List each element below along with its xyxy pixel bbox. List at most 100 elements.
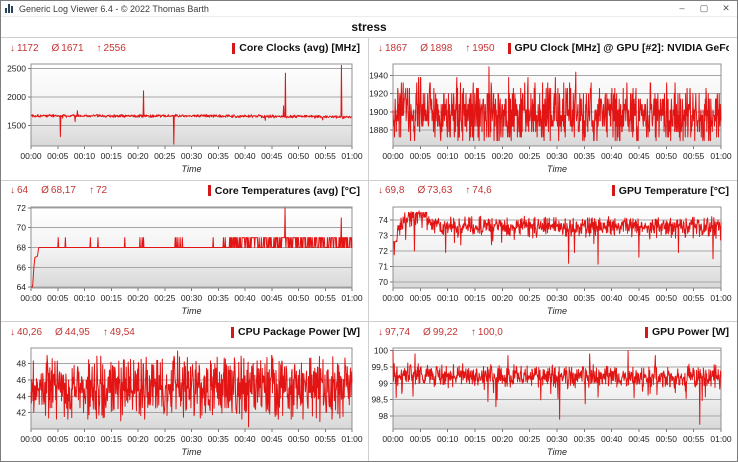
svg-text:00:35: 00:35	[574, 434, 596, 444]
svg-text:00:30: 00:30	[181, 151, 203, 161]
svg-text:00:25: 00:25	[154, 434, 176, 444]
svg-text:00:30: 00:30	[181, 434, 203, 444]
svg-text:00:30: 00:30	[181, 293, 203, 303]
svg-text:100: 100	[374, 346, 388, 356]
svg-text:1500: 1500	[7, 121, 26, 131]
max-icon: ↑	[465, 43, 470, 54]
stat-min: 1172	[17, 43, 39, 54]
stat-avg: 1671	[61, 43, 83, 54]
svg-text:00:20: 00:20	[127, 151, 149, 161]
svg-text:00:20: 00:20	[492, 434, 514, 444]
app-icon	[5, 4, 14, 13]
stat-max: 1950	[472, 43, 494, 54]
chart-title: GPU Clock [MHz] @ GPU [#2]: NVIDIA GeFor…	[508, 42, 729, 54]
svg-text:00:25: 00:25	[519, 434, 541, 444]
svg-text:1940: 1940	[369, 71, 388, 81]
avg-icon: Ø	[420, 43, 428, 54]
svg-text:66: 66	[17, 262, 27, 272]
min-icon: ↓	[378, 185, 383, 196]
svg-text:00:55: 00:55	[683, 151, 705, 161]
svg-text:00:50: 00:50	[288, 151, 310, 161]
svg-text:00:00: 00:00	[382, 434, 404, 444]
x-axis-label: Time	[182, 447, 202, 457]
svg-text:42: 42	[17, 408, 27, 418]
svg-text:00:15: 00:15	[101, 434, 123, 444]
svg-text:70: 70	[17, 222, 27, 232]
chart-panel-core-temp: ↓64Ø68,17↑72Core Temperatures (avg) [°C]…	[1, 180, 369, 322]
svg-text:00:45: 00:45	[628, 293, 650, 303]
svg-text:99: 99	[379, 379, 389, 389]
stat-min: 97,74	[385, 327, 410, 338]
chart-plot-core-clocks: 15002000250000:0000:0500:1000:1500:2000:…	[1, 38, 368, 180]
svg-text:68: 68	[17, 242, 27, 252]
app-window: Generic Log Viewer 6.4 - © 2022 Thomas B…	[0, 0, 738, 462]
legend-marker-icon	[231, 327, 234, 338]
x-axis-label: Time	[547, 306, 567, 316]
svg-text:72: 72	[17, 203, 27, 213]
legend-marker-icon	[508, 43, 511, 54]
svg-text:00:40: 00:40	[234, 434, 256, 444]
minimize-button[interactable]: –	[671, 1, 693, 16]
x-axis-label: Time	[547, 447, 567, 457]
svg-text:00:05: 00:05	[410, 151, 432, 161]
svg-text:00:25: 00:25	[154, 151, 176, 161]
close-button[interactable]: ✕	[715, 1, 737, 16]
svg-text:00:10: 00:10	[74, 434, 96, 444]
svg-text:72: 72	[379, 246, 389, 256]
svg-text:00:55: 00:55	[683, 434, 705, 444]
stat-min: 40,26	[17, 327, 42, 338]
min-icon: ↓	[10, 327, 15, 338]
chart-stats: ↓69,8Ø73,63↑74,6	[378, 185, 505, 196]
max-icon: ↑	[97, 43, 102, 54]
svg-text:00:20: 00:20	[492, 151, 514, 161]
max-icon: ↑	[471, 327, 476, 338]
charts-grid: ↓1172Ø1671↑2556Core Clocks (avg) [MHz]15…	[1, 37, 737, 462]
svg-text:46: 46	[17, 375, 27, 385]
svg-text:2000: 2000	[7, 92, 26, 102]
svg-text:64: 64	[17, 282, 27, 292]
legend-marker-icon	[232, 43, 235, 54]
maximize-button[interactable]: ▢	[693, 1, 715, 16]
svg-text:00:40: 00:40	[234, 293, 256, 303]
svg-text:1900: 1900	[369, 107, 388, 117]
stat-avg: 99,22	[433, 327, 458, 338]
svg-text:00:35: 00:35	[208, 293, 230, 303]
svg-text:73: 73	[379, 230, 389, 240]
max-icon: ↑	[465, 185, 470, 196]
svg-text:00:45: 00:45	[261, 151, 283, 161]
svg-text:00:50: 00:50	[288, 434, 310, 444]
svg-text:00:30: 00:30	[546, 151, 568, 161]
svg-text:00:10: 00:10	[437, 151, 459, 161]
chart-panel-core-clocks: ↓1172Ø1671↑2556Core Clocks (avg) [MHz]15…	[1, 38, 369, 180]
min-icon: ↓	[10, 185, 15, 196]
svg-text:00:00: 00:00	[20, 151, 42, 161]
chart-title: CPU Package Power [W]	[231, 326, 360, 338]
svg-text:00:40: 00:40	[234, 151, 256, 161]
svg-text:00:05: 00:05	[410, 293, 432, 303]
svg-text:00:00: 00:00	[382, 151, 404, 161]
svg-text:01:00: 01:00	[710, 434, 732, 444]
svg-text:00:45: 00:45	[261, 293, 283, 303]
min-icon: ↓	[10, 43, 15, 54]
svg-text:00:45: 00:45	[628, 434, 650, 444]
chart-title: Core Clocks (avg) [MHz]	[232, 42, 360, 54]
x-axis-label: Time	[547, 164, 567, 174]
stat-min: 64	[17, 185, 28, 196]
svg-text:01:00: 01:00	[341, 293, 363, 303]
chart-plot-cpu-package-power: 4244464800:0000:0500:1000:1500:2000:2500…	[1, 322, 368, 462]
chart-stats: ↓1867Ø1898↑1950	[378, 43, 508, 54]
svg-text:00:15: 00:15	[464, 434, 486, 444]
svg-text:00:20: 00:20	[127, 293, 149, 303]
svg-text:00:10: 00:10	[74, 293, 96, 303]
chart-panel-cpu-package-power: ↓40,26Ø44,95↑49,54CPU Package Power [W]4…	[1, 321, 369, 462]
chart-plot-core-temp: 646668707200:0000:0500:1000:1500:2000:25…	[1, 181, 368, 322]
svg-text:00:30: 00:30	[546, 293, 568, 303]
svg-text:00:25: 00:25	[519, 151, 541, 161]
avg-icon: Ø	[55, 327, 63, 338]
title-bar: Generic Log Viewer 6.4 - © 2022 Thomas B…	[1, 1, 737, 17]
svg-text:00:25: 00:25	[519, 293, 541, 303]
svg-text:00:55: 00:55	[683, 293, 705, 303]
chart-title: GPU Power [W]	[645, 326, 729, 338]
svg-text:00:05: 00:05	[47, 434, 69, 444]
svg-text:00:10: 00:10	[437, 293, 459, 303]
